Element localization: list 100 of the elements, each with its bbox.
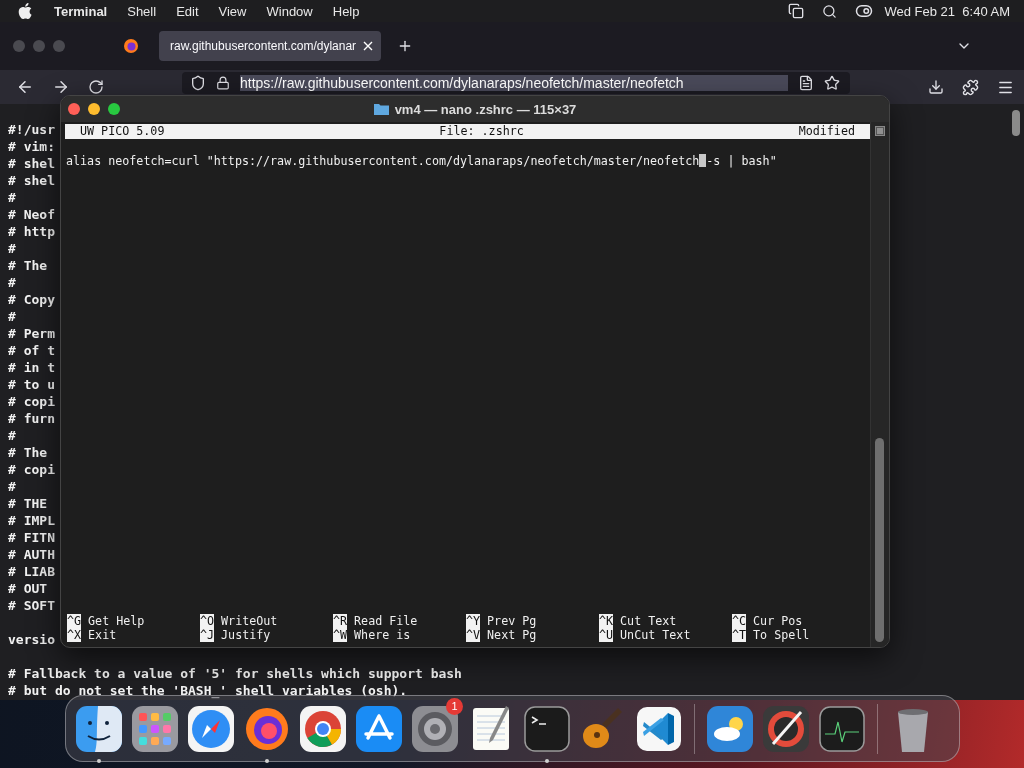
source-line: # AUTH xyxy=(8,546,55,563)
source-line: # The xyxy=(8,444,48,461)
shortcut-key: ^C xyxy=(732,614,747,628)
file-name: File: .zshrc xyxy=(439,124,524,139)
search-icon[interactable] xyxy=(821,3,837,19)
text-cursor xyxy=(699,154,707,167)
source-line: versio xyxy=(8,631,55,648)
app-menu[interactable]: Terminal xyxy=(54,3,108,19)
shortcut-label: Justify xyxy=(221,628,271,642)
forward-icon[interactable] xyxy=(52,78,70,96)
safari-icon[interactable] xyxy=(186,703,236,754)
source-line: # xyxy=(8,308,16,325)
source-line: # THE xyxy=(8,495,48,512)
address-bar[interactable]: https://raw.githubusercontent.com/dylanaraps/neofetch/master/neofetch xyxy=(182,72,850,94)
shortcut-label: UnCut Text xyxy=(620,628,691,642)
shortcut-label: Prev Pg xyxy=(487,614,537,628)
source-line: # SOFT xyxy=(8,597,55,614)
source-line: # xyxy=(8,189,16,206)
chrome-icon[interactable] xyxy=(298,703,348,754)
back-icon[interactable] xyxy=(16,78,34,96)
shortcut-key: ^G xyxy=(67,614,82,628)
browser-tab[interactable]: raw.githubusercontent.com/dylanar xyxy=(159,31,381,61)
shortcut-key: ^X xyxy=(67,628,82,642)
source-line: # shel xyxy=(8,155,55,172)
monitor-graph-icon[interactable] xyxy=(817,703,867,754)
menu-item[interactable]: View xyxy=(218,3,247,19)
source-line: # xyxy=(8,427,16,444)
source-line: # Fallback to a value of '5' for shells which support bash xyxy=(8,665,462,682)
source-line: # Neof xyxy=(8,206,55,223)
source-line: # http xyxy=(8,223,55,240)
shortcut-label: Read File xyxy=(354,614,418,628)
terminal-icon[interactable] xyxy=(522,703,572,754)
scroll-bar-menu-icon xyxy=(875,126,885,136)
shortcut-key: ^W xyxy=(333,628,348,642)
source-line: # OUT xyxy=(8,580,48,597)
pocket-icon[interactable] xyxy=(928,79,944,95)
window-title: vm4 — nano .zshrc — 115×37 xyxy=(394,101,577,117)
extensions-icon[interactable] xyxy=(962,78,979,96)
source-line: # xyxy=(8,478,16,495)
source-line: # FITN xyxy=(8,529,55,546)
app-store-icon[interactable] xyxy=(354,703,404,754)
source-line: # of t xyxy=(8,342,55,359)
reader-view-icon[interactable] xyxy=(798,75,814,91)
shortcut-key: ^R xyxy=(333,614,348,628)
gear-icon[interactable] xyxy=(410,703,460,754)
control-center-icon[interactable] xyxy=(854,2,873,20)
code-line: -s | bash" xyxy=(706,154,777,168)
shortcut-label: Cut Text xyxy=(620,614,677,628)
minimize-button[interactable] xyxy=(88,103,100,115)
source-line: # xyxy=(8,240,16,257)
weather-icon[interactable] xyxy=(705,703,755,754)
finder-icon[interactable] xyxy=(74,703,124,754)
source-line: # to u xyxy=(8,376,55,393)
star-icon[interactable] xyxy=(824,75,840,91)
shortcut-label: To Spell xyxy=(753,628,810,642)
editor-version: UW PICO 5.09 xyxy=(80,124,165,139)
firefox-icon[interactable] xyxy=(123,38,139,54)
close-button[interactable] xyxy=(68,103,80,115)
shortcut-key: ^O xyxy=(200,614,215,628)
menu-item[interactable]: Window xyxy=(266,3,313,19)
source-line: # copi xyxy=(8,461,55,478)
scrollbar-thumb[interactable] xyxy=(875,438,884,642)
source-line: # vim: xyxy=(8,138,55,155)
scrollbar-thumb[interactable] xyxy=(1012,110,1020,136)
shortcut-label: Cur Pos xyxy=(753,614,803,628)
source-line: #!/usr xyxy=(8,121,55,138)
screen-mirroring-icon[interactable] xyxy=(787,3,804,19)
shortcut-key: ^T xyxy=(732,628,747,642)
modified-status: Modified xyxy=(798,124,855,139)
shortcut-key: ^V xyxy=(466,628,481,642)
close-icon xyxy=(363,41,373,51)
menu-item[interactable]: Edit xyxy=(176,3,199,19)
code-line: alias neofetch=curl "https://raw.githubusercontent.com/dylanaraps/neofetch/master/neofetch xyxy=(66,154,700,168)
source-line: # furn xyxy=(8,410,55,427)
source-line: # copi xyxy=(8,393,55,410)
apple-icon[interactable] xyxy=(18,3,32,19)
menu-item[interactable]: Shell xyxy=(127,3,157,19)
shortcut-key: ^U xyxy=(599,628,614,642)
source-line: # but do not set the 'BASH_' shell variables (osh). xyxy=(8,682,408,699)
shortcut-key: ^Y xyxy=(466,614,481,628)
source-line: # The xyxy=(8,257,48,274)
new-tab-icon[interactable] xyxy=(397,38,413,54)
shortcut-label: WriteOut xyxy=(221,614,278,628)
source-line: # Perm xyxy=(8,325,55,342)
launchpad-icon[interactable] xyxy=(130,703,180,754)
menu-clock[interactable]: Wed Feb 21 6:40 AM xyxy=(884,3,1010,19)
lock-icon xyxy=(216,76,230,90)
reload-icon[interactable] xyxy=(88,79,104,95)
shortcut-label: Where is xyxy=(354,628,411,642)
shortcut-label: Exit xyxy=(88,628,117,642)
source-line: # LIAB xyxy=(8,563,55,580)
shortcut-key: ^K xyxy=(599,614,614,628)
source-line: # shel xyxy=(8,172,55,189)
menu-item[interactable]: Help xyxy=(332,3,360,19)
shortcut-label: Next Pg xyxy=(487,628,537,642)
shortcut-label: Get Help xyxy=(88,614,145,628)
source-line: # xyxy=(8,274,16,291)
zoom-button[interactable] xyxy=(108,103,120,115)
source-line: # Copy xyxy=(8,291,55,308)
shield-icon xyxy=(190,75,206,91)
